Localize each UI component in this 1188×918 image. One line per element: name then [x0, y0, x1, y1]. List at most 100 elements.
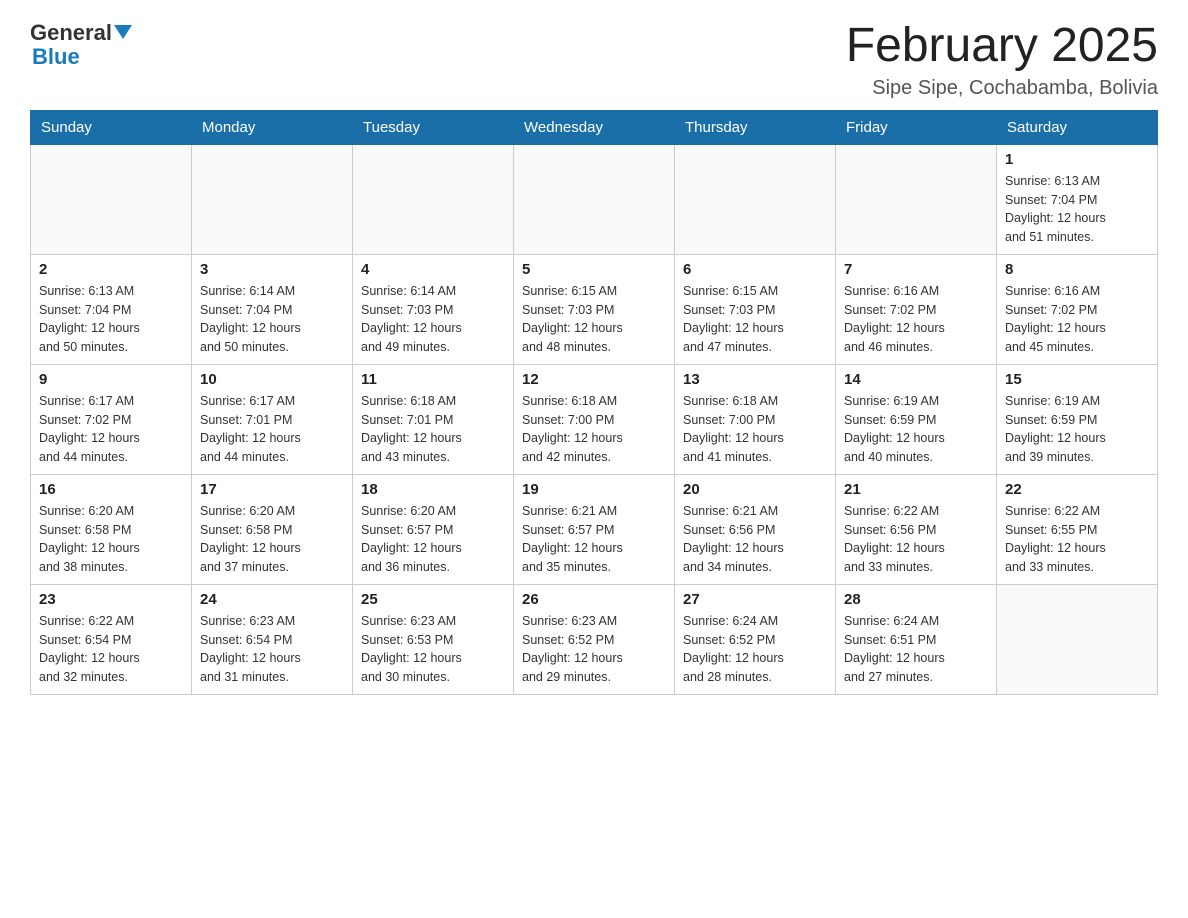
weekday-header-saturday: Saturday	[997, 110, 1158, 144]
calendar-cell: 4 Sunrise: 6:14 AMSunset: 7:03 PMDaylight…	[353, 254, 514, 364]
week-row-4: 16 Sunrise: 6:20 AMSunset: 6:58 PMDayligh…	[31, 474, 1158, 584]
day-info: Sunrise: 6:18 AMSunset: 7:01 PMDaylight:…	[361, 392, 505, 467]
day-info: Sunrise: 6:17 AMSunset: 7:01 PMDaylight:…	[200, 392, 344, 467]
day-number: 24	[200, 591, 344, 608]
weekday-header-thursday: Thursday	[675, 110, 836, 144]
day-info: Sunrise: 6:14 AMSunset: 7:04 PMDaylight:…	[200, 282, 344, 357]
calendar-cell: 9Sunrise: 6:17 AMSunset: 7:02 PMDaylight…	[31, 364, 192, 474]
calendar-cell: 24 Sunrise: 6:23 AMSunset: 6:54 PMDayligh…	[192, 584, 353, 694]
day-number: 27	[683, 591, 827, 608]
day-number: 1	[1005, 151, 1149, 168]
weekday-header-wednesday: Wednesday	[514, 110, 675, 144]
calendar-cell: 18 Sunrise: 6:20 AMSunset: 6:57 PMDayligh…	[353, 474, 514, 584]
day-number: 14	[844, 371, 988, 388]
title-block: February 2025 Sipe Sipe, Cochabamba, Bol…	[846, 20, 1158, 100]
day-number: 20	[683, 481, 827, 498]
day-info: Sunrise: 6:22 AMSunset: 6:56 PMDaylight:…	[844, 502, 988, 577]
day-info: Sunrise: 6:19 AMSunset: 6:59 PMDaylight:…	[844, 392, 988, 467]
day-number: 5	[522, 261, 666, 278]
calendar-cell	[514, 144, 675, 254]
day-info: Sunrise: 6:19 AMSunset: 6:59 PMDaylight:…	[1005, 392, 1149, 467]
day-number: 16	[39, 481, 183, 498]
logo: General Blue	[30, 20, 132, 70]
day-number: 19	[522, 481, 666, 498]
calendar-cell: 26 Sunrise: 6:23 AMSunset: 6:52 PMDayligh…	[514, 584, 675, 694]
day-info: Sunrise: 6:20 AMSunset: 6:57 PMDaylight:…	[361, 502, 505, 577]
calendar-cell: 7Sunrise: 6:16 AMSunset: 7:02 PMDaylight…	[836, 254, 997, 364]
day-info: Sunrise: 6:23 AMSunset: 6:53 PMDaylight:…	[361, 612, 505, 687]
logo-arrow-icon	[114, 25, 132, 44]
weekday-header-friday: Friday	[836, 110, 997, 144]
day-number: 15	[1005, 371, 1149, 388]
page-header: General Blue February 2025 Sipe Sipe, Co…	[30, 20, 1158, 100]
day-number: 13	[683, 371, 827, 388]
day-number: 12	[522, 371, 666, 388]
calendar-cell	[192, 144, 353, 254]
calendar-cell: 3 Sunrise: 6:14 AMSunset: 7:04 PMDaylight…	[192, 254, 353, 364]
calendar-cell: 11 Sunrise: 6:18 AMSunset: 7:01 PMDayligh…	[353, 364, 514, 474]
day-info: Sunrise: 6:18 AMSunset: 7:00 PMDaylight:…	[522, 392, 666, 467]
calendar-cell: 27 Sunrise: 6:24 AMSunset: 6:52 PMDayligh…	[675, 584, 836, 694]
day-info: Sunrise: 6:23 AMSunset: 6:52 PMDaylight:…	[522, 612, 666, 687]
calendar-cell	[353, 144, 514, 254]
day-info: Sunrise: 6:24 AMSunset: 6:52 PMDaylight:…	[683, 612, 827, 687]
calendar-cell: 15 Sunrise: 6:19 AMSunset: 6:59 PMDayligh…	[997, 364, 1158, 474]
calendar-cell: 19Sunrise: 6:21 AMSunset: 6:57 PMDayligh…	[514, 474, 675, 584]
day-info: Sunrise: 6:21 AMSunset: 6:56 PMDaylight:…	[683, 502, 827, 577]
calendar-cell: 2 Sunrise: 6:13 AMSunset: 7:04 PMDaylight…	[31, 254, 192, 364]
weekday-header-monday: Monday	[192, 110, 353, 144]
calendar-cell: 25 Sunrise: 6:23 AMSunset: 6:53 PMDayligh…	[353, 584, 514, 694]
day-info: Sunrise: 6:16 AMSunset: 7:02 PMDaylight:…	[1005, 282, 1149, 357]
week-row-5: 23 Sunrise: 6:22 AMSunset: 6:54 PMDayligh…	[31, 584, 1158, 694]
day-number: 4	[361, 261, 505, 278]
day-number: 11	[361, 371, 505, 388]
day-number: 8	[1005, 261, 1149, 278]
calendar-cell	[31, 144, 192, 254]
calendar-cell: 22 Sunrise: 6:22 AMSunset: 6:55 PMDayligh…	[997, 474, 1158, 584]
day-number: 7	[844, 261, 988, 278]
calendar-header-row: SundayMondayTuesdayWednesdayThursdayFrid…	[31, 110, 1158, 144]
calendar-cell: 5Sunrise: 6:15 AMSunset: 7:03 PMDaylight…	[514, 254, 675, 364]
calendar-table: SundayMondayTuesdayWednesdayThursdayFrid…	[30, 110, 1158, 695]
logo-blue-text: Blue	[32, 44, 80, 70]
month-title: February 2025	[846, 20, 1158, 73]
calendar-cell: 12 Sunrise: 6:18 AMSunset: 7:00 PMDayligh…	[514, 364, 675, 474]
day-number: 18	[361, 481, 505, 498]
day-number: 28	[844, 591, 988, 608]
day-number: 17	[200, 481, 344, 498]
day-info: Sunrise: 6:24 AMSunset: 6:51 PMDaylight:…	[844, 612, 988, 687]
weekday-header-sunday: Sunday	[31, 110, 192, 144]
day-number: 26	[522, 591, 666, 608]
calendar-cell: 23 Sunrise: 6:22 AMSunset: 6:54 PMDayligh…	[31, 584, 192, 694]
day-info: Sunrise: 6:20 AMSunset: 6:58 PMDaylight:…	[39, 502, 183, 577]
calendar-cell: 1 Sunrise: 6:13 AMSunset: 7:04 PMDaylight…	[997, 144, 1158, 254]
day-info: Sunrise: 6:14 AMSunset: 7:03 PMDaylight:…	[361, 282, 505, 357]
day-number: 2	[39, 261, 183, 278]
calendar-cell: 14 Sunrise: 6:19 AMSunset: 6:59 PMDayligh…	[836, 364, 997, 474]
location-text: Sipe Sipe, Cochabamba, Bolivia	[846, 77, 1158, 100]
calendar-cell: 6Sunrise: 6:15 AMSunset: 7:03 PMDaylight…	[675, 254, 836, 364]
calendar-cell: 16 Sunrise: 6:20 AMSunset: 6:58 PMDayligh…	[31, 474, 192, 584]
calendar-cell: 28 Sunrise: 6:24 AMSunset: 6:51 PMDayligh…	[836, 584, 997, 694]
day-number: 3	[200, 261, 344, 278]
day-number: 9	[39, 371, 183, 388]
calendar-cell: 17Sunrise: 6:20 AMSunset: 6:58 PMDayligh…	[192, 474, 353, 584]
day-info: Sunrise: 6:23 AMSunset: 6:54 PMDaylight:…	[200, 612, 344, 687]
calendar-cell: 10Sunrise: 6:17 AMSunset: 7:01 PMDayligh…	[192, 364, 353, 474]
logo-general-text: General	[30, 20, 112, 46]
day-info: Sunrise: 6:13 AMSunset: 7:04 PMDaylight:…	[39, 282, 183, 357]
day-info: Sunrise: 6:22 AMSunset: 6:54 PMDaylight:…	[39, 612, 183, 687]
day-number: 23	[39, 591, 183, 608]
day-number: 22	[1005, 481, 1149, 498]
day-info: Sunrise: 6:22 AMSunset: 6:55 PMDaylight:…	[1005, 502, 1149, 577]
day-info: Sunrise: 6:18 AMSunset: 7:00 PMDaylight:…	[683, 392, 827, 467]
calendar-cell: 8 Sunrise: 6:16 AMSunset: 7:02 PMDaylight…	[997, 254, 1158, 364]
calendar-cell: 13 Sunrise: 6:18 AMSunset: 7:00 PMDayligh…	[675, 364, 836, 474]
calendar-cell: 20 Sunrise: 6:21 AMSunset: 6:56 PMDayligh…	[675, 474, 836, 584]
calendar-cell	[836, 144, 997, 254]
day-number: 25	[361, 591, 505, 608]
day-info: Sunrise: 6:15 AMSunset: 7:03 PMDaylight:…	[683, 282, 827, 357]
calendar-cell	[675, 144, 836, 254]
weekday-header-tuesday: Tuesday	[353, 110, 514, 144]
day-info: Sunrise: 6:13 AMSunset: 7:04 PMDaylight:…	[1005, 172, 1149, 247]
